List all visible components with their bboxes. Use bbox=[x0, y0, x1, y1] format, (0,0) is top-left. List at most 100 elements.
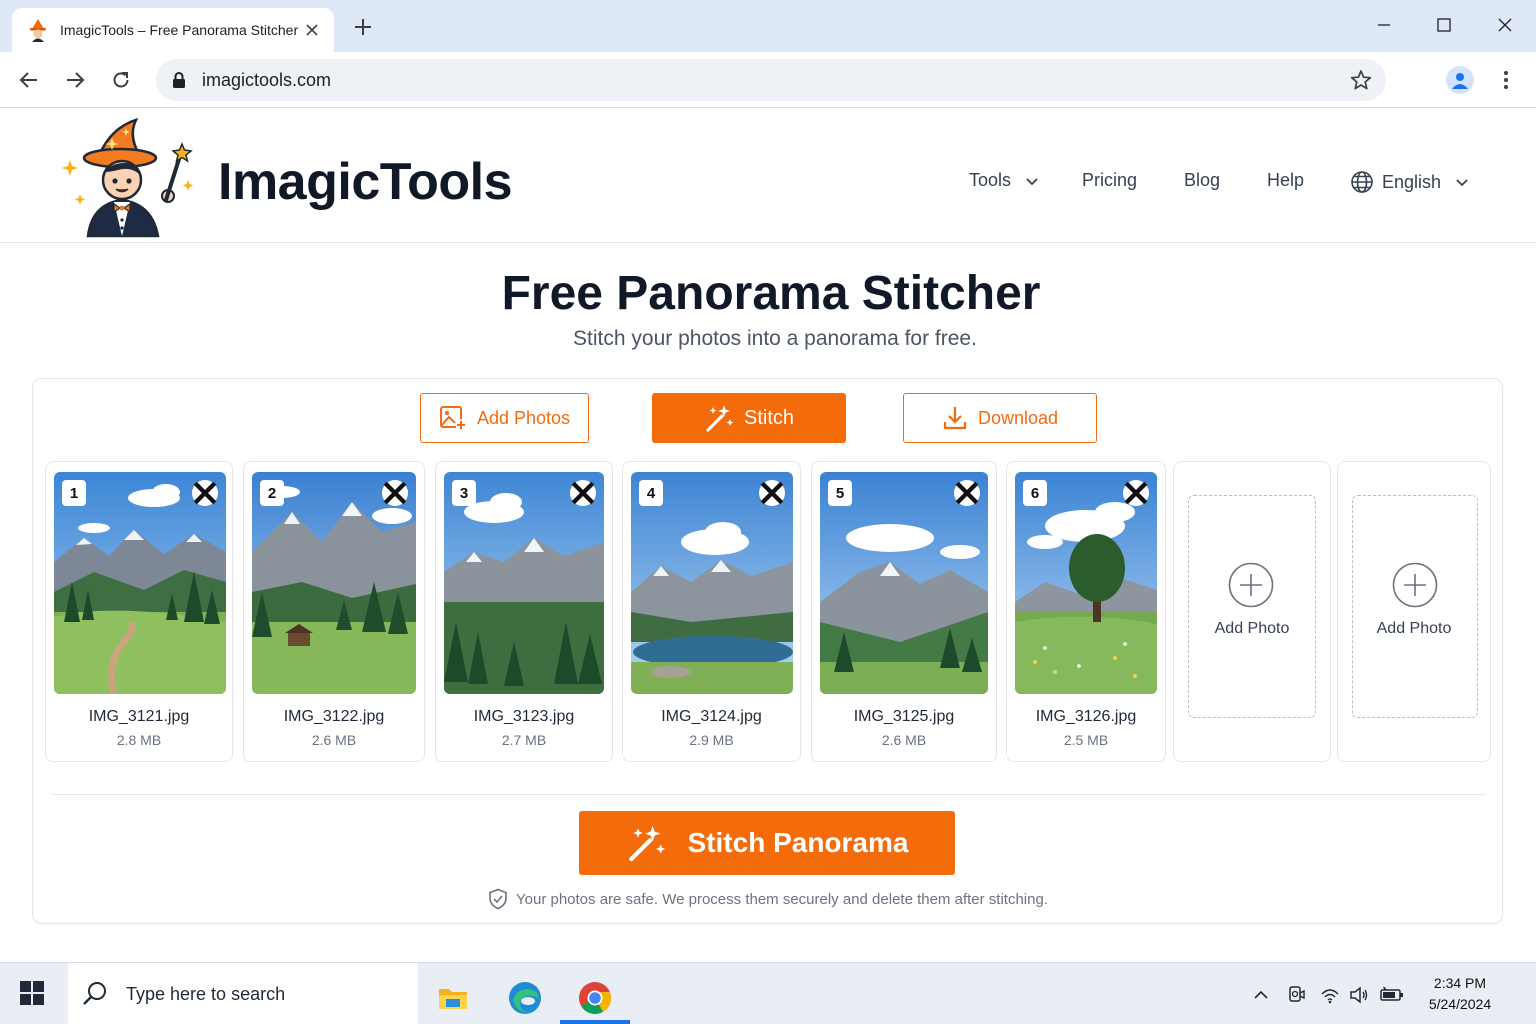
wizard-mascot-logo[interactable] bbox=[62, 116, 194, 240]
photo-filename: IMG_3123.jpg bbox=[473, 708, 575, 725]
nav-blog[interactable]: Blog bbox=[1184, 170, 1220, 191]
shield-check-icon bbox=[489, 888, 507, 910]
stitch-panorama-label: Stitch Panorama bbox=[687, 827, 909, 858]
remove-photo-icon[interactable] bbox=[570, 480, 596, 506]
remove-photo-icon[interactable] bbox=[192, 480, 218, 506]
nav-pricing[interactable]: Pricing bbox=[1082, 170, 1137, 191]
photo-card[interactable]: 4 IMG_3124.jpg 2.9 MB bbox=[622, 461, 801, 762]
browser-menu-icon[interactable] bbox=[1494, 68, 1518, 92]
add-photos-button[interactable]: Add Photos bbox=[420, 393, 589, 443]
photo-thumbnail: 3 bbox=[444, 472, 604, 694]
taskbar-clock[interactable]: 2:34 PM 5/24/2024 bbox=[1410, 973, 1510, 1015]
magic-wand-icon bbox=[706, 405, 734, 432]
address-bar[interactable]: imagictools.com bbox=[156, 59, 1386, 101]
chevron-down-icon bbox=[1456, 179, 1468, 187]
taskbar-search-placeholder: Type here to search bbox=[126, 983, 286, 1004]
photo-filesize: 2.5 MB bbox=[1063, 732, 1109, 748]
forward-arrow-icon[interactable] bbox=[59, 64, 91, 96]
nav-tools[interactable]: Tools bbox=[969, 170, 1039, 191]
file-explorer-icon[interactable] bbox=[426, 971, 480, 1024]
brand-name[interactable]: ImagicTools bbox=[218, 152, 513, 212]
download-button[interactable]: Download bbox=[903, 393, 1097, 443]
url-text: imagictools.com bbox=[202, 69, 332, 90]
remove-photo-icon[interactable] bbox=[759, 480, 785, 506]
photo-filesize: 2.8 MB bbox=[116, 732, 162, 748]
photo-card[interactable]: 1 IMG_3121.jpg 2.8 MB bbox=[45, 461, 233, 762]
remove-photo-icon[interactable] bbox=[382, 480, 408, 506]
language-label: English bbox=[1382, 171, 1442, 192]
clock-date: 5/24/2024 bbox=[1428, 996, 1492, 1012]
bookmark-star-icon[interactable] bbox=[1350, 69, 1372, 91]
reload-icon[interactable] bbox=[105, 64, 137, 96]
photo-filename: IMG_3125.jpg bbox=[853, 708, 955, 725]
globe-icon bbox=[1351, 171, 1373, 193]
tab-title: ImagicTools – Free Panorama Stitcher bbox=[60, 22, 299, 38]
photo-thumbnail: 2 bbox=[252, 472, 416, 694]
photo-filename: IMG_3122.jpg bbox=[283, 708, 385, 725]
remove-photo-icon[interactable] bbox=[1123, 480, 1149, 506]
new-tab-plus-icon[interactable] bbox=[350, 14, 376, 40]
page-subtitle: Stitch your photos into a panorama for f… bbox=[573, 327, 977, 350]
add-photo-slot[interactable]: Add Photo bbox=[1173, 461, 1331, 762]
add-photos-label: Add Photos bbox=[476, 407, 571, 428]
volume-speaker-icon[interactable] bbox=[1347, 983, 1371, 1007]
site-header: ImagicTools Tools Pricing Blog Help Engl… bbox=[0, 108, 1536, 243]
photo-order-badge: 5 bbox=[828, 480, 852, 506]
photo-order-badge: 2 bbox=[260, 480, 284, 506]
close-window-icon[interactable] bbox=[1490, 10, 1520, 40]
edge-browser-icon[interactable] bbox=[498, 971, 552, 1024]
nav-tools-label: Tools bbox=[969, 170, 1012, 190]
back-arrow-icon[interactable] bbox=[13, 64, 45, 96]
photo-card[interactable]: 3 IMG_3123.jpg 2.7 MB bbox=[435, 461, 613, 762]
nav-help[interactable]: Help bbox=[1267, 170, 1304, 191]
photo-thumbnail: 1 bbox=[54, 472, 226, 694]
chevron-down-icon bbox=[1026, 177, 1038, 185]
stitch-button[interactable]: Stitch bbox=[652, 393, 846, 443]
tab-close-icon[interactable] bbox=[302, 20, 322, 40]
photo-order-badge: 1 bbox=[62, 480, 86, 506]
photo-card[interactable]: 5 IMG_3125.jpg 2.6 MB bbox=[811, 461, 997, 762]
windows-start-icon[interactable] bbox=[20, 981, 44, 1005]
photo-filesize: 2.6 MB bbox=[881, 732, 927, 748]
lock-icon bbox=[173, 72, 185, 88]
download-label: Download bbox=[977, 407, 1059, 428]
active-app-indicator bbox=[560, 1020, 630, 1024]
minimize-icon[interactable] bbox=[1369, 10, 1399, 40]
photo-filename: IMG_3121.jpg bbox=[88, 708, 190, 725]
taskbar-search-box[interactable]: Type here to search bbox=[68, 963, 418, 1024]
divider bbox=[52, 794, 1486, 795]
nav-blog-label: Blog bbox=[1184, 170, 1221, 190]
add-photo-slot[interactable]: Add Photo bbox=[1337, 461, 1491, 762]
photo-order-badge: 3 bbox=[452, 480, 476, 506]
language-selector[interactable]: English bbox=[1350, 170, 1469, 194]
photo-filesize: 2.7 MB bbox=[501, 732, 547, 748]
nav-pricing-label: Pricing bbox=[1082, 170, 1138, 190]
maximize-icon[interactable] bbox=[1429, 10, 1459, 40]
photo-card[interactable]: 6 IMG_3126.jpg 2.5 MB bbox=[1006, 461, 1166, 762]
chrome-browser-icon[interactable] bbox=[568, 971, 622, 1024]
network-wifi-icon[interactable] bbox=[1318, 983, 1342, 1007]
nav-help-label: Help bbox=[1267, 170, 1305, 190]
remove-photo-icon[interactable] bbox=[954, 480, 980, 506]
meet-now-icon[interactable] bbox=[1284, 983, 1308, 1007]
add-photo-label: Add Photo bbox=[1376, 620, 1452, 637]
stitch-label: Stitch bbox=[743, 406, 795, 429]
windows-taskbar: Type here to search 2:34 PM 5/24/2024 bbox=[0, 962, 1536, 1024]
search-icon bbox=[83, 982, 106, 1005]
plus-circle-icon bbox=[1228, 562, 1274, 608]
show-hidden-icons-chevron-icon[interactable] bbox=[1249, 983, 1273, 1007]
photo-thumbnail: 6 bbox=[1015, 472, 1157, 694]
privacy-note-text: Your photos are safe. We process them se… bbox=[516, 890, 1048, 908]
browser-toolbar: imagictools.com bbox=[0, 52, 1536, 108]
plus-circle-icon bbox=[1392, 562, 1438, 608]
battery-charging-icon[interactable] bbox=[1380, 983, 1404, 1007]
add-photo-label: Add Photo bbox=[1214, 620, 1290, 637]
browser-tab[interactable]: ImagicTools – Free Panorama Stitcher bbox=[12, 8, 334, 52]
photo-order-badge: 6 bbox=[1023, 480, 1047, 506]
stitch-panorama-button[interactable]: Stitch Panorama bbox=[579, 811, 955, 875]
photo-card[interactable]: 2 IMG_3122.jpg 2.6 MB bbox=[243, 461, 425, 762]
photo-filesize: 2.9 MB bbox=[689, 732, 734, 748]
photo-filesize: 2.6 MB bbox=[311, 732, 357, 748]
photo-filename: IMG_3124.jpg bbox=[661, 708, 762, 725]
profile-avatar-icon[interactable] bbox=[1446, 66, 1474, 94]
